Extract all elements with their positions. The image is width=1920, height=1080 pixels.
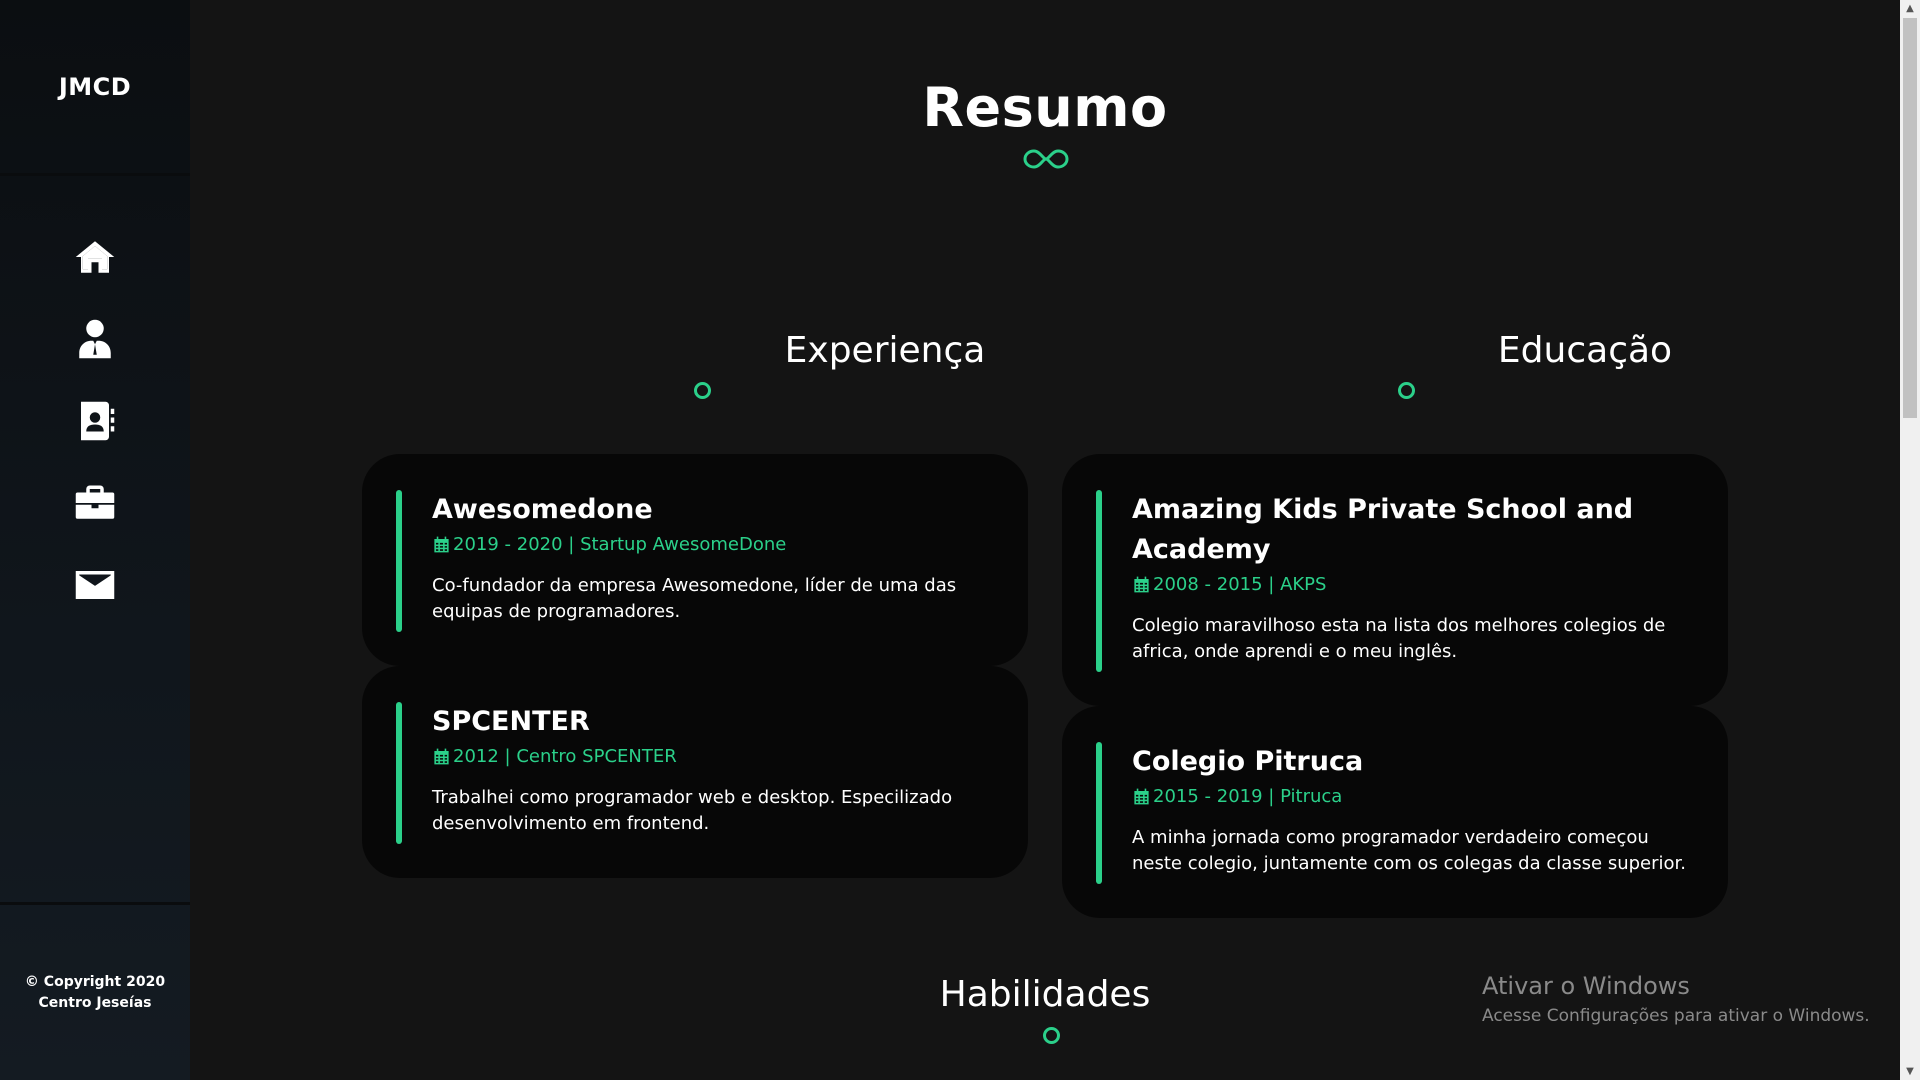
card-meta: 2008 - 2015 | AKPS xyxy=(1132,574,1688,595)
card-accent-bar xyxy=(396,490,402,632)
card-accent-bar xyxy=(1096,742,1102,884)
education-card-1: Amazing Kids Private School and Academy … xyxy=(1062,454,1728,706)
scrollbar-thumb[interactable] xyxy=(1903,18,1917,418)
card-meta-text: 2019 - 2020 | Startup AwesomeDone xyxy=(453,534,787,555)
nav-about[interactable] xyxy=(0,298,190,380)
copyright-line: © Copyright 2020 xyxy=(24,974,166,990)
experience-heading: Experiença xyxy=(784,330,986,371)
calendar-icon xyxy=(434,748,449,765)
card-title: Awesomedone xyxy=(432,494,653,525)
vertical-scrollbar[interactable]: ▲ ▼ xyxy=(1900,0,1920,1080)
scroll-up-arrow-icon[interactable]: ▲ xyxy=(1900,0,1920,17)
skills-dot xyxy=(1043,1027,1060,1044)
experience-card-2: SPCENTER 2012 | Centro SPCENTER Trabalhe… xyxy=(362,666,1028,878)
copyright-owner: Centro Jeseías xyxy=(38,995,152,1011)
nav-home[interactable] xyxy=(0,216,190,298)
nav-contacts[interactable] xyxy=(0,380,190,462)
education-card-2: Colegio Pitruca 2015 - 2019 | Pitruca A … xyxy=(1062,706,1728,918)
card-accent-bar xyxy=(396,702,402,844)
card-meta-text: 2012 | Centro SPCENTER xyxy=(453,746,677,767)
watermark-subtitle: Acesse Configurações para ativar o Windo… xyxy=(1482,1006,1870,1026)
windows-activation-watermark: Ativar o Windows Acesse Configurações pa… xyxy=(1482,972,1870,1026)
sidebar: JMCD © Copyright 2020 Centro Jeseías xyxy=(0,0,190,1080)
nav-contact[interactable] xyxy=(0,544,190,626)
card-accent-bar xyxy=(1096,490,1102,672)
copyright: © Copyright 2020 Centro Jeseías xyxy=(0,972,190,1014)
card-meta-text: 2008 - 2015 | AKPS xyxy=(1153,574,1327,595)
sidebar-nav xyxy=(0,216,190,626)
home-icon xyxy=(75,241,115,273)
card-meta: 2019 - 2020 | Startup AwesomeDone xyxy=(432,534,988,555)
card-title: Colegio Pitruca xyxy=(1132,746,1364,777)
experience-card-1: Awesomedone 2019 - 2020 | Startup Awesom… xyxy=(362,454,1028,666)
watermark-title: Ativar o Windows xyxy=(1482,972,1690,1000)
infinity-icon xyxy=(1023,149,1069,169)
resume-section-header: Resumo xyxy=(190,76,1900,139)
address-book-icon xyxy=(81,401,115,441)
nav-portfolio[interactable] xyxy=(0,462,190,544)
experience-dot xyxy=(694,382,711,399)
card-meta: 2012 | Centro SPCENTER xyxy=(432,746,988,767)
card-meta: 2015 - 2019 | Pitruca xyxy=(1132,786,1688,807)
card-description: A minha jornada como programador verdade… xyxy=(1132,827,1687,874)
card-title: SPCENTER xyxy=(432,706,590,737)
calendar-icon xyxy=(1134,576,1149,593)
scroll-down-arrow-icon[interactable]: ▼ xyxy=(1900,1063,1920,1080)
card-title: Amazing Kids Private School and Academy xyxy=(1132,494,1634,565)
briefcase-icon xyxy=(75,485,115,519)
brand-logo[interactable]: JMCD xyxy=(0,0,190,176)
calendar-icon xyxy=(434,536,449,553)
card-description: Trabalhei como programador web e desktop… xyxy=(432,787,953,834)
sidebar-divider xyxy=(0,902,190,905)
calendar-icon xyxy=(1134,788,1149,805)
envelope-icon xyxy=(75,571,115,599)
education-heading: Educação xyxy=(1497,330,1673,371)
card-description: Co-fundador da empresa Awesomedone, líde… xyxy=(432,575,957,622)
page-title: Resumo xyxy=(922,76,1168,139)
card-meta-text: 2015 - 2019 | Pitruca xyxy=(1153,786,1343,807)
card-description: Colegio maravilhoso esta na lista dos me… xyxy=(1132,615,1666,662)
main-content: Resumo Experiença Awesomedone 2019 - 202… xyxy=(190,0,1900,1080)
user-tie-icon xyxy=(79,319,111,359)
education-dot xyxy=(1398,382,1415,399)
